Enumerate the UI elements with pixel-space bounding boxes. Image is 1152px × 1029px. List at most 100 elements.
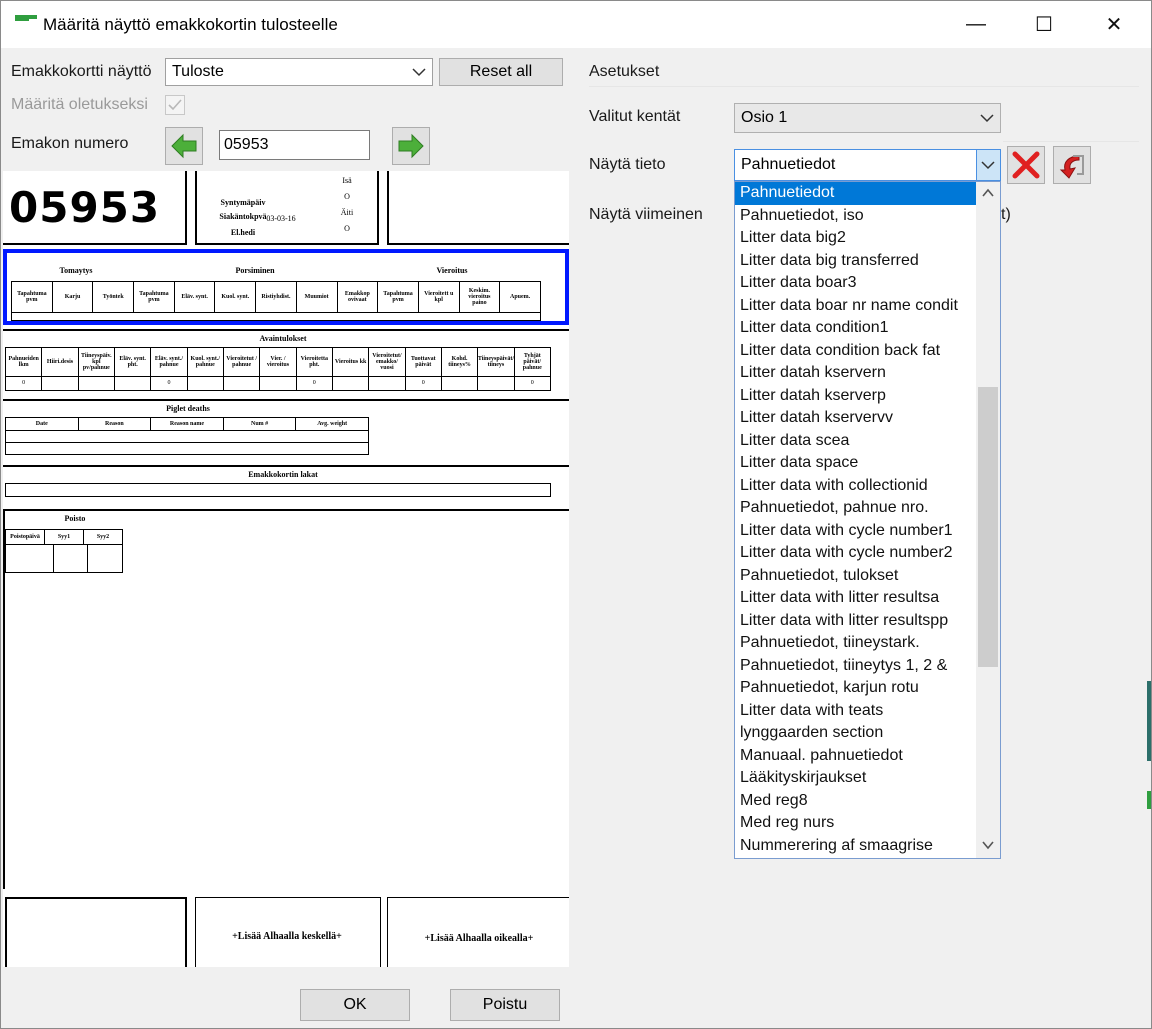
dropdown-item[interactable]: Pahnuetiedot, pahnue nro. [735,497,976,520]
default-checkbox[interactable] [165,95,185,115]
sow-card-preview[interactable]: 05953 Syntymäpäiv Siakäntokpvä 03-03-16 … [3,171,569,967]
sec3-row1 [5,431,369,443]
dropdown-item[interactable]: Pahnuetiedot, tiineystark. [735,632,976,655]
sec2-value-cell [42,377,79,390]
preview-ear-label: El.hedi [230,228,256,237]
dropdown-item[interactable]: Litter data with cycle number2 [735,542,976,565]
sec3cols-cell: Date [6,418,79,430]
preview-date: 03-03-16 [266,214,296,223]
dropdown-item[interactable]: Litter data with teats [735,700,976,723]
dropdown-item[interactable]: Pahnuetiedot [735,182,976,205]
selected-fields-combo[interactable]: Osio 1 [734,103,1001,133]
footer-right-text: +Lisää Alhaalla oikealla+ [424,933,534,944]
scroll-down-icon[interactable] [980,838,996,852]
preview-footer-right: +Lisää Alhaalla oikealla+ [387,897,569,967]
checkbox-icon [168,99,182,111]
dropdown-item[interactable]: Pahnuetiedot, iso [735,205,976,228]
dropdown-item[interactable]: Litter data condition back fat [735,340,976,363]
footer-middle-text: +Lisää Alhaalla keskellä+ [232,931,342,942]
dropdown-item[interactable]: Litter data big transferred [735,250,976,273]
preview-sow-number: 05953 [9,183,161,232]
dropdown-scrollbar[interactable] [976,182,1000,858]
previous-sow-button[interactable] [165,127,203,165]
exit-button[interactable]: Poistu [450,989,560,1021]
sec2cols-cell: Kuol. synt./ pahnue [188,348,224,376]
preview-number-box: 05953 [3,171,187,245]
sec2cols-cell: Vieroitetut / pahnue [224,348,261,376]
dropdown-item[interactable]: Pahnuetiedot, tiineytys 1, 2 & [735,655,976,678]
dropdown-item[interactable]: Litter datah kservern [735,362,976,385]
chevron-down-icon [981,161,995,170]
sec2-value-cell: 0 [151,377,188,390]
preview-section-key-results[interactable]: Avaintulokset Pahnueiden lkm Hiiri.desis T… [3,329,569,395]
window-title: Määritä näyttö emakkokortin tulosteelle [43,15,338,34]
preview-section-piglet-deaths[interactable]: Piglet deaths Date Reason Reason name Num #… [3,399,569,461]
dropdown-item[interactable]: Lääkityskirjaukset [735,767,976,790]
dropdown-item[interactable]: Litter data with collectionid [735,475,976,498]
scroll-up-icon[interactable] [980,186,996,200]
dropdown-item[interactable]: Litter data big2 [735,227,976,250]
dialog-window: Määritä näyttö emakkokortin tulosteelle … [0,0,1152,1029]
sec2cols-cell: Vieroitus kk [333,348,370,376]
sec2cols-cell: Vieroitetta pht. [297,348,333,376]
dropdown-item[interactable]: Litter data with litter resultsa [735,587,976,610]
sec2cols-cell: Tiineyspäivät/ tiineys [478,348,515,376]
show-info-combo[interactable]: Pahnuetiedot [734,149,1001,181]
dropdown-item[interactable]: Litter data boar nr name condit [735,295,976,318]
dropdown-item[interactable]: Litter datah kserverp [735,385,976,408]
dropdown-item[interactable]: Med reg8 [735,790,976,813]
dropdown-item[interactable]: Nummerering af smaagrise [735,835,976,858]
dropdown-item[interactable]: Litter data with litter resultspp [735,610,976,633]
background-window-edge [1147,681,1151,761]
sec5cols-cell: Syy1 [45,530,84,544]
reset-all-button[interactable]: Reset all [439,58,563,86]
sec2cols-cell: Kohd. tiineys% [442,348,479,376]
app-icon [15,15,37,25]
dropdown-item[interactable]: Litter data condition1 [735,317,976,340]
move-icon [1059,155,1084,179]
move-field-button[interactable] [1053,146,1091,184]
minimize-button[interactable]: — [941,1,1011,48]
preview-section-notes[interactable]: Emakkokortin lakat [3,465,569,505]
preview-section-removal[interactable]: Poisto Poistopäivä Syy1 Syy2 [3,509,569,889]
scroll-thumb[interactable] [978,387,998,667]
preview-section-breeding[interactable]: Tomaytys Porsiminen Vieroitus Tapahtuma … [3,249,569,325]
next-sow-button[interactable] [392,127,430,165]
sec2cols-cell: Vier. / vieroitus [260,348,297,376]
display-combo[interactable]: Tuloste [165,58,433,86]
dropdown-item[interactable]: Med reg nurs [735,812,976,835]
dropdown-item[interactable]: lynggaarden section [735,722,976,745]
dropdown-item[interactable]: Pahnuetiedot, karjun rotu [735,677,976,700]
sec5-title: Poisto [64,514,86,523]
background-window-edge-green [1147,791,1151,809]
sec1cols-cell: Apuem. [510,294,531,300]
sec2-value-cell [442,377,479,390]
dropdown-item[interactable]: Pahnuetiedot, tulokset [735,565,976,588]
ok-button[interactable]: OK [300,989,410,1021]
dropdown-item[interactable]: Litter data space [735,452,976,475]
sec2-value-cell [188,377,224,390]
sec5cols-cell: Poistopäivä [6,530,45,544]
dropdown-item[interactable]: Litter data boar3 [735,272,976,295]
show-info-value: Pahnuetiedot [741,156,836,173]
sec2cols-cell: Hiiri.desis [42,348,79,376]
display-combo-value: Tuloste [172,63,224,80]
sec2-column-row: Pahnueiden lkm Hiiri.desis Tiineyspäiv. kp… [5,347,551,377]
delete-field-button[interactable] [1007,146,1045,184]
sec3cols-cell: Num # [224,418,297,430]
dropdown-item[interactable]: Litter data with cycle number1 [735,520,976,543]
show-info-dropdown-list[interactable]: Pahnuetiedot Pahnuetiedot, iso Litter data… [734,181,1001,859]
selected-fields-value: Osio 1 [741,109,788,126]
sec2-value-cell: 0 [530,380,534,386]
preview-birthdate-label: Syntymäpäiv [220,198,266,207]
maximize-button[interactable]: ☐ [1009,1,1079,48]
dropdown-item[interactable]: Litter data scea [735,430,976,453]
sec1cols-cell: Tapahtuma pvm [134,282,175,312]
sec2-title: Avaintulokset [259,334,307,343]
dropdown-item[interactable]: Manuaal. pahnuetiedot [735,745,976,768]
dropdown-item[interactable]: Litter datah kservervv [735,407,976,430]
sow-number-input[interactable]: 05953 [219,130,370,160]
default-label: Määritä oletukseksi [11,96,148,113]
sec1-mating-title: Tomaytys [59,266,93,275]
close-button[interactable]: ✕ [1079,1,1149,48]
